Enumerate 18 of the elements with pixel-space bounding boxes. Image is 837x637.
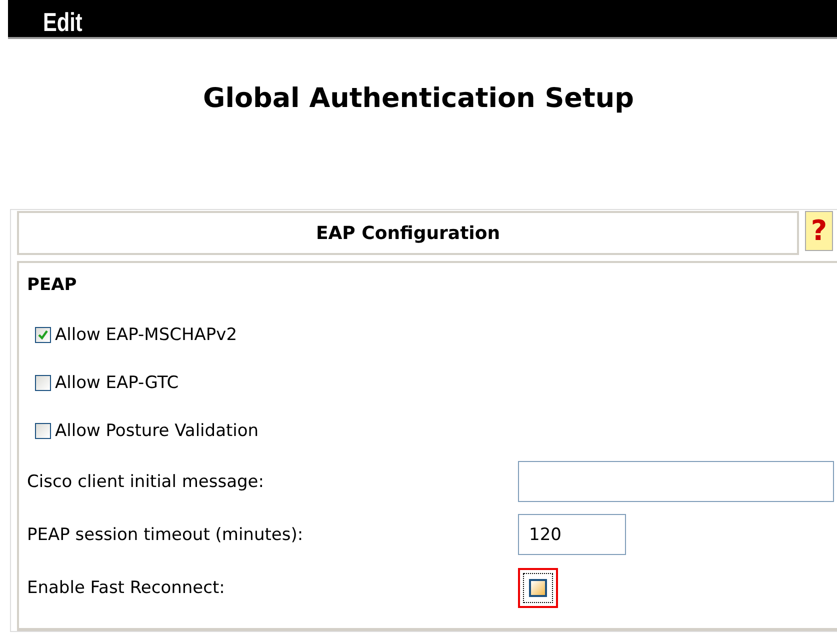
- checkbox[interactable]: [529, 578, 547, 596]
- checkbox-label: Allow EAP-GTC: [55, 373, 179, 393]
- field-label: PEAP session timeout (minutes):: [27, 524, 304, 544]
- section-title: PEAP: [27, 275, 77, 295]
- field-label: Enable Fast Reconnect:: [27, 578, 226, 598]
- input-field[interactable]: [518, 461, 834, 502]
- page-title: Global Authentication Setup: [202, 82, 635, 116]
- field-label: Cisco client initial message:: [27, 472, 265, 492]
- checkbox[interactable]: [35, 375, 51, 391]
- checkbox-label: Allow Posture Validation: [55, 421, 259, 441]
- checkbox[interactable]: [35, 327, 51, 343]
- checkbox-label: Allow EAP-MSCHAPv2: [55, 325, 238, 345]
- input-field[interactable]: 120: [518, 514, 626, 555]
- menu-item[interactable]: Edit: [43, 7, 82, 37]
- panel-header: EAP Configuration: [17, 211, 799, 255]
- checkbox[interactable]: [35, 423, 51, 439]
- check-icon: [37, 329, 49, 341]
- help-button[interactable]: ?: [805, 211, 833, 251]
